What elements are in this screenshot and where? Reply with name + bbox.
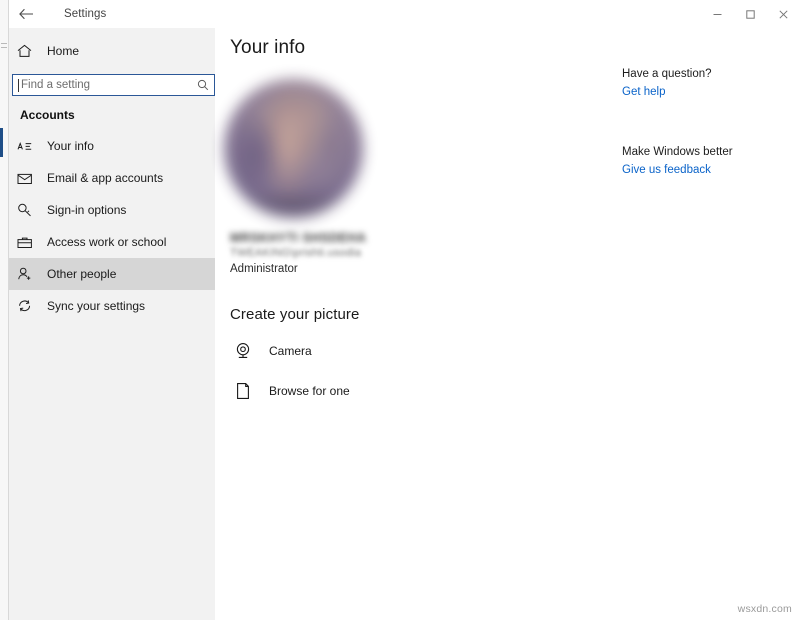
sidebar-item-your-info[interactable]: Your info [0, 130, 215, 162]
sync-icon [17, 299, 41, 313]
sidebar-item-home-label: Home [47, 44, 80, 58]
search-icon[interactable] [196, 78, 210, 92]
create-picture-heading: Create your picture [230, 306, 360, 323]
sidebar-item-list: Your info Email & app accounts Sign-in o… [0, 130, 215, 322]
help-group-question: Have a question? Get help [622, 66, 792, 100]
sidebar-item-label: Other people [47, 267, 117, 281]
background-window-line [1, 43, 7, 44]
help-pane: Have a question? Get help Make Windows b… [622, 66, 792, 178]
webcam-icon [229, 337, 257, 365]
navigation-pane: Home Accounts [0, 28, 215, 620]
create-picture-option-label: Camera [269, 344, 312, 358]
sidebar-item-other-people[interactable]: Other people [9, 258, 215, 290]
key-icon [17, 203, 41, 217]
text-caret [18, 78, 19, 92]
envelope-icon [17, 172, 41, 185]
search-container [12, 74, 215, 96]
avatar-shadow [235, 187, 352, 218]
avatar-shade-right [310, 106, 355, 185]
selection-indicator [0, 135, 3, 157]
create-picture-option-camera[interactable]: Camera [229, 336, 312, 366]
help-group-feedback: Make Windows better Give us feedback [622, 144, 792, 178]
window-controls [701, 0, 800, 28]
account-role: Administrator [230, 263, 298, 275]
settings-window: Settings Home Find a setting Accounts Yo… [0, 0, 800, 620]
background-window-line [1, 47, 7, 48]
person-add-icon [17, 267, 41, 281]
sidebar-item-label: Your info [47, 139, 94, 153]
avatar-shade-left [230, 115, 279, 193]
window-title: Settings [64, 8, 107, 20]
sidebar-item-label: Sign-in options [47, 203, 127, 217]
account-domain-user: TWEAKING\prishti.usodia [230, 247, 362, 259]
briefcase-icon [17, 236, 41, 249]
sidebar-item-sign-in-options[interactable]: Sign-in options [9, 194, 215, 226]
create-picture-option-label: Browse for one [269, 384, 350, 398]
watermark: wsxdn.com [737, 603, 792, 615]
help-heading: Make Windows better [622, 146, 733, 158]
give-feedback-link[interactable]: Give us feedback [622, 162, 711, 178]
sidebar-item-label: Sync your settings [47, 299, 146, 313]
back-arrow-icon[interactable] [9, 0, 43, 28]
minimize-icon[interactable] [701, 0, 734, 28]
sidebar-item-label: Email & app accounts [47, 171, 164, 185]
help-heading: Have a question? [622, 68, 712, 80]
content-pane: Your info MRSKHYTI SHSDEHA TWEAKING\pris… [215, 28, 800, 620]
search-input[interactable] [21, 76, 196, 94]
page-title: Your info [230, 37, 306, 58]
sidebar-section-header: Accounts [20, 108, 75, 122]
account-identity: MRSKHYTI SHSDEHA TWEAKING\prishti.usodia… [230, 231, 366, 276]
sidebar-item-label: Access work or school [47, 235, 167, 249]
account-info-icon [17, 140, 41, 153]
title-bar: Settings [9, 0, 800, 28]
account-name: MRSKHYTI SHSDEHA [230, 231, 367, 245]
user-avatar-photo[interactable] [224, 79, 363, 218]
home-icon [17, 44, 41, 58]
search-box[interactable] [12, 74, 215, 96]
sidebar-item-home[interactable]: Home [9, 38, 215, 64]
maximize-icon[interactable] [734, 0, 767, 28]
sidebar-item-email-app-accounts[interactable]: Email & app accounts [9, 162, 215, 194]
close-icon[interactable] [767, 0, 800, 28]
create-picture-option-browse[interactable]: Browse for one [229, 376, 350, 406]
get-help-link[interactable]: Get help [622, 84, 665, 100]
browse-file-icon [229, 377, 257, 405]
sidebar-item-access-work-or-school[interactable]: Access work or school [9, 226, 215, 258]
sidebar-item-sync-your-settings[interactable]: Sync your settings [9, 290, 215, 322]
background-window-edge [0, 0, 9, 620]
